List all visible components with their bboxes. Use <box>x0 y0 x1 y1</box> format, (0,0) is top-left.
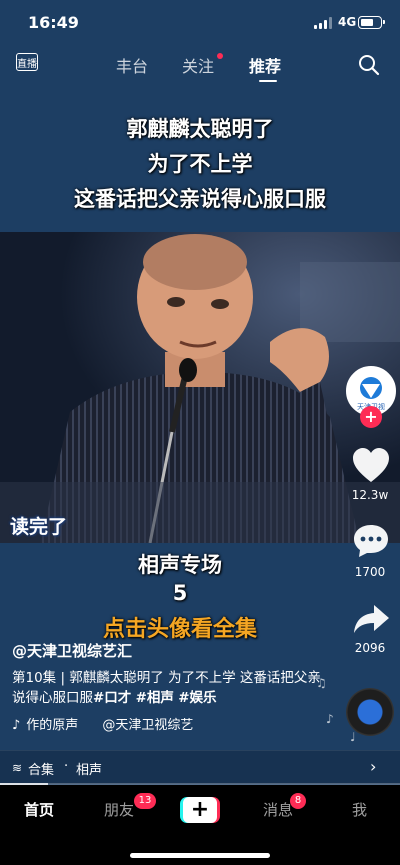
headline-line: 为了不上学 <box>147 152 253 176</box>
tab-home[interactable]: 首页 <box>24 799 54 820</box>
tab-messages[interactable]: 消息 <box>263 799 293 820</box>
live-label: 直播 <box>17 59 37 70</box>
video-feed-screen: 16:49 4G 直播 丰台 关注 推荐 郭麒麟太聪明了 为了不上学 这番话把父… <box>0 0 400 865</box>
active-tab-indicator <box>259 80 277 82</box>
status-bar: 16:49 4G <box>0 0 400 46</box>
tab-profile[interactable]: 我 <box>352 799 367 820</box>
overlay-title: 相声专场 <box>138 553 222 577</box>
notification-dot <box>217 53 223 59</box>
live-button[interactable]: 直播 <box>16 50 38 74</box>
floating-note-icon: ♩ <box>350 730 356 744</box>
follow-button[interactable]: + <box>360 406 382 428</box>
network-type: 4G <box>338 15 357 29</box>
music-note-icon: ♪ <box>12 718 21 733</box>
post-description: 第10集 | 郭麒麟太聪明了 为了不上学 这番话把父亲说得心服口服#口才 #相声… <box>12 668 330 708</box>
collection-bar[interactable]: ≋ 合集 · 相声 › <box>0 750 400 784</box>
headline-line: 这番话把父亲说得心服口服 <box>74 187 326 211</box>
like-count: 12.3w <box>351 488 389 502</box>
music-author: @天津卫视综艺 <box>102 718 194 733</box>
heart-icon[interactable] <box>352 448 390 484</box>
search-icon[interactable] <box>358 54 380 76</box>
music-title: 作的原声 <box>26 718 79 733</box>
separator-dot: · <box>64 759 69 774</box>
collection-label: 合集 <box>28 763 55 778</box>
chevron-right-icon[interactable]: › <box>370 757 376 776</box>
top-nav: 直播 丰台 关注 推荐 <box>0 46 400 86</box>
video-caption: 读完了 <box>10 516 68 538</box>
music-disc-icon[interactable] <box>346 688 394 736</box>
messages-badge: 8 <box>290 793 306 809</box>
headline-line: 郭麒麟太聪明了 <box>126 117 274 141</box>
overlay-cta: 点击头像看全集 <box>102 617 257 642</box>
share-count: 2096 <box>354 641 386 655</box>
tab-friends[interactable]: 朋友 <box>104 799 134 820</box>
signal-icon <box>314 17 332 29</box>
hashtag[interactable]: #娱乐 <box>178 690 216 706</box>
floating-note-icon: ♫ <box>316 676 327 690</box>
collection-topic: 相声 <box>76 763 103 778</box>
battery-icon <box>358 16 385 29</box>
floating-note-icon: ♪ <box>326 712 334 726</box>
tab-local[interactable]: 丰台 <box>116 53 148 77</box>
tab-recommended[interactable]: 推荐 <box>249 53 281 77</box>
overlay-episode-number: 5 <box>172 581 188 605</box>
comment-icon[interactable] <box>352 523 390 559</box>
create-button[interactable]: + <box>180 797 220 823</box>
author-name[interactable]: @天津卫视综艺汇 <box>12 640 132 661</box>
music-row[interactable]: ♪ 作的原声 @天津卫视综艺 <box>12 714 193 733</box>
comment-count: 1700 <box>354 565 386 579</box>
plus-icon: + <box>183 797 217 823</box>
friends-badge: 13 <box>134 793 156 809</box>
hashtag[interactable]: #相声 <box>136 690 174 706</box>
layers-icon: ≋ <box>12 761 23 775</box>
home-indicator <box>130 853 270 858</box>
tab-following[interactable]: 关注 <box>182 53 214 77</box>
share-icon[interactable] <box>352 602 390 638</box>
video-headline: 郭麒麟太聪明了 为了不上学 这番话把父亲说得心服口服 <box>0 112 400 217</box>
hashtag[interactable]: #口才 <box>93 690 131 706</box>
status-time: 16:49 <box>28 13 79 32</box>
